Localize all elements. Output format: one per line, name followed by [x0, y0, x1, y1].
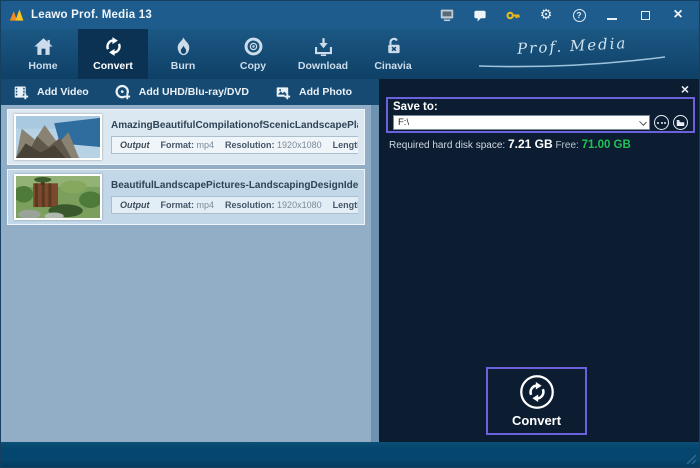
tab-copy[interactable]: Copy [218, 29, 288, 79]
status-bar [1, 442, 699, 467]
register-key-icon[interactable] [504, 6, 522, 24]
video-title: AmazingBeautifulCompilationofScenicLands… [111, 120, 358, 131]
brand-logo: Prof. Media [477, 34, 667, 68]
add-video-button[interactable]: Add Video [13, 84, 89, 101]
save-path-input[interactable] [393, 115, 650, 130]
ellipsis-icon [657, 121, 666, 124]
app-window: Leawo Prof. Media 13 ⚙ ? × Home Convert … [0, 0, 700, 468]
window-title: Leawo Prof. Media 13 [31, 9, 152, 21]
main-nav: Home Convert Burn Copy Download Cinavia … [1, 29, 699, 79]
feedback-chat-icon[interactable] [471, 6, 489, 24]
maximize-button[interactable] [636, 6, 654, 24]
titlebar-controls: ⚙ ? × [438, 6, 691, 24]
video-output-info: Output Format: mp4 Resolution: 1920x1080… [111, 196, 358, 214]
save-to-section: Save to: [386, 97, 695, 133]
tab-home[interactable]: Home [8, 29, 78, 79]
tab-cinavia[interactable]: Cinavia [358, 29, 428, 79]
video-output-info: Output Format: mp4 Resolution: 1920x1080… [111, 136, 358, 154]
add-photo-button[interactable]: Add Photo [275, 84, 352, 101]
download-icon [314, 38, 332, 57]
device-icon[interactable] [438, 6, 456, 24]
copy-disc-icon [244, 37, 262, 56]
photo-plus-icon [276, 86, 291, 99]
brand-swoosh [478, 56, 666, 68]
titlebar: Leawo Prof. Media 13 ⚙ ? × [1, 1, 699, 29]
media-list-item-2[interactable]: BeautifulLandscapePictures-LandscapingDe… [7, 169, 365, 225]
add-disc-button[interactable]: Add UHD/Blu-ray/DVD [115, 84, 249, 101]
tab-download[interactable]: Download [288, 29, 358, 79]
burn-flame-icon [177, 37, 189, 56]
convert-settings-panel: × Save to: Required ha [379, 79, 699, 444]
disc-plus-icon [115, 84, 130, 99]
convert-cycle-icon [519, 375, 554, 409]
tab-burn[interactable]: Burn [148, 29, 218, 79]
disk-space-info: Required hard disk space: 7.21 GB Free: … [389, 137, 631, 151]
save-to-label: Save to: [393, 101, 438, 113]
panel-close-icon[interactable]: × [681, 82, 689, 96]
convert-button[interactable]: Convert [486, 367, 587, 435]
folder-icon [676, 119, 685, 126]
media-list-item-1[interactable]: AmazingBeautifulCompilationofScenicLands… [7, 109, 365, 165]
tab-convert[interactable]: Convert [78, 29, 148, 79]
settings-gear-icon[interactable]: ⚙ [537, 6, 555, 24]
app-logo-icon [9, 9, 24, 21]
cinavia-lock-icon [387, 37, 400, 54]
minimize-button[interactable] [603, 6, 621, 24]
media-list: AmazingBeautifulCompilationofScenicLands… [1, 105, 379, 444]
browse-ellipsis-button[interactable] [654, 115, 669, 130]
close-button[interactable]: × [669, 6, 687, 24]
help-icon[interactable]: ? [570, 6, 588, 24]
add-toolbar: Add Video Add UHD/Blu-ray/DVD Add Photo [1, 79, 379, 105]
video-thumbnail-coastal [14, 114, 102, 160]
video-title: BeautifulLandscapePictures-LandscapingDe… [111, 180, 358, 191]
brand-text: Prof. Media [516, 34, 628, 58]
home-icon [33, 38, 53, 55]
film-plus-icon [14, 86, 29, 99]
video-thumbnail-garden [14, 174, 102, 220]
save-path-combobox[interactable] [393, 115, 650, 130]
open-folder-button[interactable] [673, 115, 688, 130]
convert-icon [103, 36, 124, 57]
resize-grip[interactable] [685, 453, 697, 465]
free-space-value: 71.00 GB [581, 139, 631, 151]
required-space-value: 7.21 GB [507, 137, 553, 151]
list-scrollbar[interactable] [371, 105, 379, 444]
